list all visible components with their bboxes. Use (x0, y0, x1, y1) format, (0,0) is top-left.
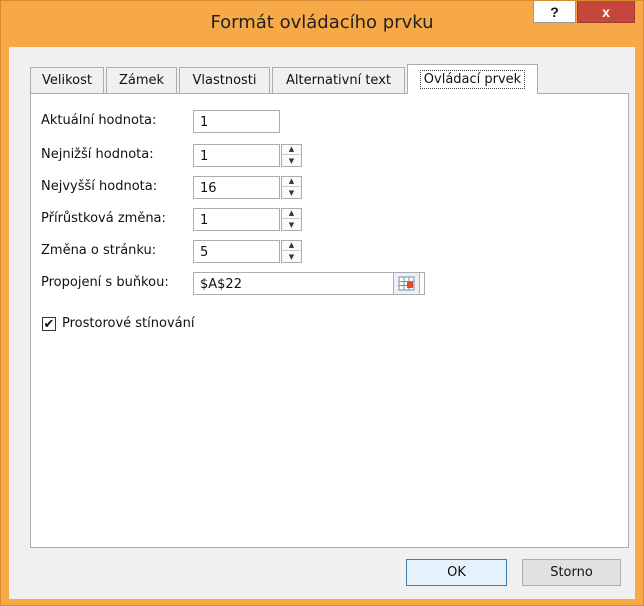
page-change-label: Změna o stránku: (41, 243, 157, 258)
tab-label: Vlastnosti (192, 73, 257, 88)
tab-alternativni-text[interactable]: Alternativní text (272, 67, 405, 93)
increment-input[interactable]: 1 (193, 208, 280, 231)
help-button[interactable]: ? (533, 1, 576, 23)
max-value-input[interactable]: 16 (193, 176, 280, 199)
shading-checkbox[interactable]: ✔ (42, 317, 56, 331)
spin-down-icon[interactable]: ▼ (282, 220, 301, 230)
range-select-icon (398, 276, 415, 291)
spin-up-icon[interactable]: ▲ (282, 145, 301, 155)
page-change-input[interactable]: 5 (193, 240, 280, 263)
spin-down-icon[interactable]: ▼ (282, 252, 301, 262)
cancel-button[interactable]: Storno (522, 559, 621, 586)
tab-panel-ovladaci-prvek: Aktuální hodnota: 1 Nejnižší hodnota: 1 … (30, 93, 629, 548)
spin-down-icon[interactable]: ▼ (282, 188, 301, 198)
increment-spinner[interactable]: ▲ ▼ (281, 208, 302, 231)
close-button[interactable]: x (577, 1, 635, 23)
page-change-spinner[interactable]: ▲ ▼ (281, 240, 302, 263)
spin-up-icon[interactable]: ▲ (282, 177, 301, 187)
checkmark-icon: ✔ (43, 316, 55, 332)
increment-label: Přírůstková změna: (41, 211, 166, 226)
title-bar[interactable]: Formát ovládacího prvku ? x (1, 1, 643, 47)
current-value-label: Aktuální hodnota: (41, 113, 157, 128)
dialog-window: Formát ovládacího prvku ? x Velikost Zám… (0, 0, 644, 606)
ok-button[interactable]: OK (406, 559, 507, 586)
tab-ovladaci-prvek[interactable]: Ovládací prvek (407, 64, 538, 94)
max-value-spinner[interactable]: ▲ ▼ (281, 176, 302, 199)
shading-label[interactable]: Prostorové stínování (62, 316, 194, 331)
tab-vlastnosti[interactable]: Vlastnosti (179, 67, 270, 93)
min-value-label: Nejnižší hodnota: (41, 147, 154, 162)
tab-zamek[interactable]: Zámek (106, 67, 177, 93)
tab-label: Ovládací prvek (419, 70, 526, 89)
cell-link-input[interactable]: $A$22 (193, 272, 425, 295)
spin-up-icon[interactable]: ▲ (282, 241, 301, 251)
tab-label: Zámek (118, 73, 165, 88)
min-value-spinner[interactable]: ▲ ▼ (281, 144, 302, 167)
cell-link-label: Propojení s buňkou: (41, 275, 169, 290)
collapse-dialog-button[interactable] (393, 272, 420, 295)
spin-down-icon[interactable]: ▼ (282, 156, 301, 166)
tab-velikost[interactable]: Velikost (30, 67, 104, 93)
max-value-label: Nejvyšší hodnota: (41, 179, 158, 194)
current-value-input[interactable]: 1 (193, 110, 280, 133)
dialog-client-area: Velikost Zámek Vlastnosti Alternativní t… (9, 47, 635, 599)
spin-up-icon[interactable]: ▲ (282, 209, 301, 219)
tab-label: Velikost (42, 73, 92, 88)
tab-label: Alternativní text (286, 73, 391, 88)
min-value-input[interactable]: 1 (193, 144, 280, 167)
